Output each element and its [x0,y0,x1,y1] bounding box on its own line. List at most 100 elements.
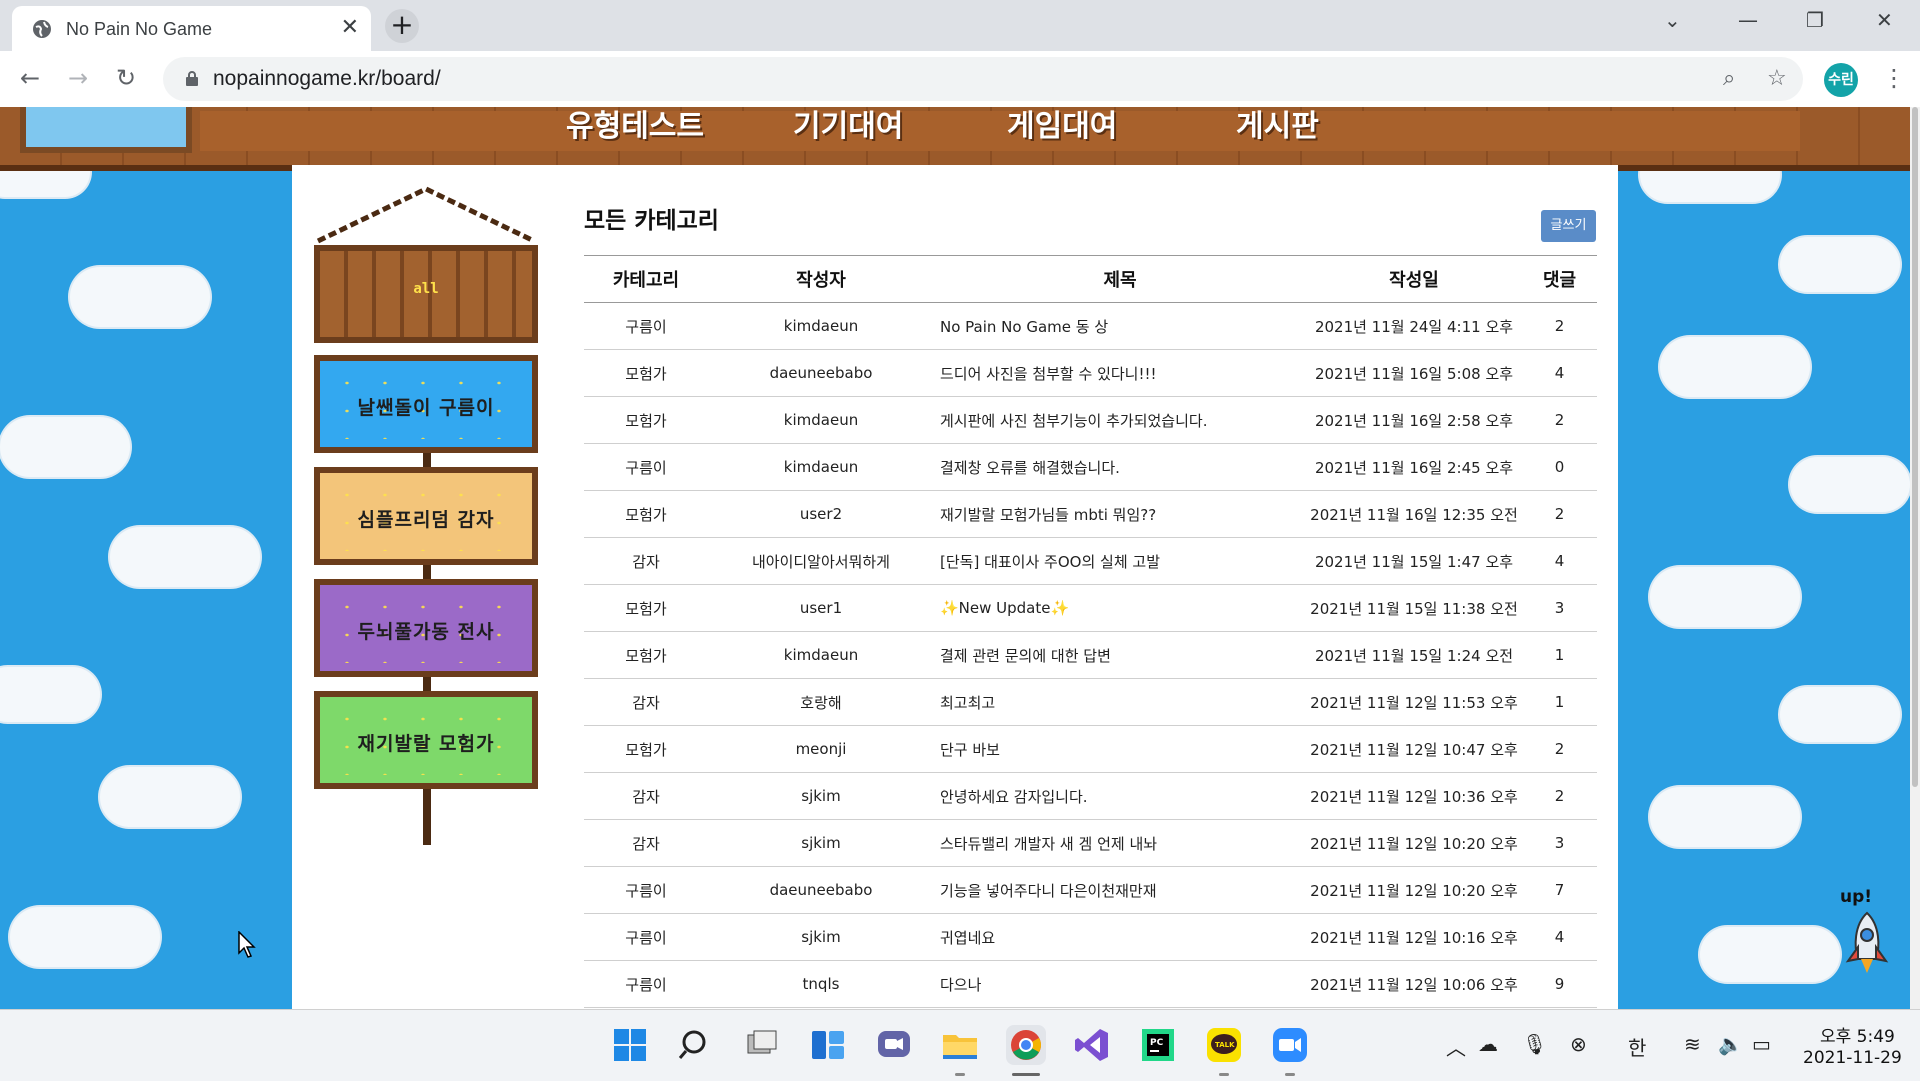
close-circle-icon[interactable]: ⊗ [1570,1032,1587,1056]
post-category-cell: 모험가 [584,584,708,632]
browser-menu-icon[interactable]: ⋮ [1882,64,1906,92]
category-sign-warrior[interactable]: 두뇌풀가동 전사 [314,579,538,677]
zoom-icon[interactable]: ⌕ [1723,66,1735,91]
table-row[interactable]: 모험가 daeuneebabo 드디어 사진을 첨부할 수 있다니!!! 2021년 … [584,349,1597,397]
post-title-link[interactable]: 스타듀밸리 개발자 새 겜 언제 내놔 [934,819,1306,867]
wifi-icon[interactable]: ≋ [1684,1032,1701,1056]
post-title-link[interactable]: 결제 관련 문의에 대한 답변 [934,631,1306,679]
table-row[interactable]: 모험가 meonji 단구 바보 2021년 11월 12일 10:47 오후 2 [584,725,1597,773]
post-title-link[interactable]: 단구 바보 [934,725,1306,773]
pycharm-icon[interactable]: PC [1138,1025,1178,1065]
post-title-link[interactable]: 다으나 [934,960,1306,1008]
onedrive-error-icon[interactable]: ☁ [1478,1032,1498,1056]
table-row[interactable]: 구름이 tnqls 다으나 2021년 11월 12일 10:06 오후 9 [584,960,1597,1008]
category-all-sign[interactable]: all [314,245,538,343]
post-category-cell: 모험가 [584,396,708,444]
bookmark-star-icon[interactable]: ☆ [1767,66,1787,91]
post-date-cell: 2021년 11월 12일 10:20 오후 [1306,819,1522,867]
chevron-up-icon[interactable]: ︿ [1446,1032,1466,1061]
table-row[interactable]: 모험가 user2 재기발랄 모험가님들 mbti 뭐임?? 2021년 11월 16… [584,490,1597,538]
post-title-link[interactable]: 안녕하세요 감자입니다. [934,772,1306,820]
table-row[interactable]: 감자 호랑해 최고최고 2021년 11월 12일 11:53 오후 1 [584,678,1597,726]
post-author-cell: kimdaeun [708,302,934,350]
task-view-icon[interactable] [742,1025,782,1065]
post-date-cell: 2021년 11월 12일 10:36 오후 [1306,772,1522,820]
reload-icon[interactable]: ↻ [116,64,136,92]
table-row[interactable]: 모험가 user1 ✨New Update✨ 2021년 11월 15일 11:38 … [584,584,1597,632]
post-author-cell: sjkim [708,913,934,961]
windows-start-icon[interactable] [610,1025,650,1065]
table-row[interactable]: 구름이 kimdaeun 결제창 오류를 해결했습니다. 2021년 11월 16일 … [584,443,1597,491]
back-icon[interactable]: ← [20,64,40,92]
kakaotalk-icon[interactable]: TALK [1204,1025,1244,1065]
post-title-link[interactable]: [단독] 대표이사 주OO의 실체 고발 [934,537,1306,585]
visual-studio-icon[interactable] [1072,1025,1112,1065]
post-title-link[interactable]: 귀엽네요 [934,913,1306,961]
profile-avatar[interactable]: 수린 [1824,63,1858,97]
table-row[interactable]: 구름이 sjkim 귀엽네요 2021년 11월 12일 10:16 오후 4 [584,913,1597,961]
category-sign-label: 두뇌풀가동 전사 [357,621,495,643]
post-date-cell: 2021년 11월 16일 12:35 오전 [1306,490,1522,538]
post-title-link[interactable]: No Pain No Game 동 상 [934,302,1306,350]
page-title: 모든 카테고리 [584,208,719,234]
post-title-link[interactable]: 최고최고 [934,678,1306,726]
tab-search-icon[interactable]: ⌄ [1664,8,1681,32]
cloud-decoration [1780,237,1900,292]
post-title-link[interactable]: 재기발랄 모험가님들 mbti 뭐임?? [934,490,1306,538]
table-row[interactable]: 모험가 kimdaeun 게시판에 사진 첨부기능이 추가되었습니다. 2021년 1… [584,396,1597,444]
nav-board[interactable]: 게시판 [1236,107,1319,145]
category-all-label: all [413,281,439,297]
table-row[interactable]: 감자 sjkim 스타듀밸리 개발자 새 겜 언제 내놔 2021년 11월 12일 … [584,819,1597,867]
post-date-cell: 2021년 11월 12일 10:06 오후 [1306,960,1522,1008]
table-row[interactable]: 감자 sjkim 안녕하세요 감자입니다. 2021년 11월 12일 10:36 오… [584,772,1597,820]
table-row[interactable]: 모험가 kimdaeun 결제 관련 문의에 대한 답변 2021년 11월 15일 … [584,631,1597,679]
teams-chat-icon[interactable] [874,1025,914,1065]
nav-type-test[interactable]: 유형테스트 [566,107,704,145]
clock-time[interactable]: 오후 5:49 [1820,1022,1895,1047]
post-title-link[interactable]: 드디어 사진을 첨부할 수 있다니!!! [934,349,1306,397]
minimize-icon[interactable]: — [1738,8,1758,32]
battery-icon[interactable]: ▭ [1752,1032,1771,1056]
write-post-button[interactable]: 글쓰기 [1541,210,1596,242]
search-icon[interactable] [676,1025,716,1065]
post-title-link[interactable]: 결제창 오류를 해결했습니다. [934,443,1306,491]
clock-date[interactable]: 2021-11-29 [1803,1048,1902,1068]
post-title-link[interactable]: 기능을 넣어주다니 다은이천재만재 [934,866,1306,914]
scrollbar-thumb[interactable] [1912,107,1918,787]
restore-icon[interactable]: ❐ [1806,8,1824,32]
table-row[interactable]: 구름이 kimdaeun No Pain No Game 동 상 2021년 11월 … [584,302,1597,350]
post-date-cell: 2021년 11월 16일 2:58 오후 [1306,396,1522,444]
post-title-link[interactable]: 게시판에 사진 첨부기능이 추가되었습니다. [934,396,1306,444]
post-category-cell: 구름이 [584,866,708,914]
table-row[interactable]: 구름이 daeuneebabo 기능을 넣어주다니 다은이천재만재 2021년 11월… [584,866,1597,914]
post-title-link[interactable]: ✨New Update✨ [934,584,1306,632]
nav-device-rental[interactable]: 기기대여 [793,107,903,145]
address-bar[interactable]: nopainnogame.kr/board/ ⌕ ☆ [163,57,1803,101]
close-window-icon[interactable]: ✕ [1876,8,1893,32]
site-logo[interactable] [20,107,192,153]
new-tab-button[interactable]: + [385,9,419,43]
category-sign-potato[interactable]: 심플프리덤 감자 [314,467,538,565]
site-header: 유형테스트 기기대여 게임대여 게시판 [0,107,1910,171]
category-sign-adventurer[interactable]: 재기발랄 모험가 [314,691,538,789]
browser-tab[interactable]: No Pain No Game ✕ [12,6,371,51]
scroll-to-top-button[interactable]: up! [1838,887,1894,977]
post-category-cell: 모험가 [584,725,708,773]
chrome-icon[interactable] [1006,1025,1046,1065]
post-author-cell: daeuneebabo [708,866,934,914]
volume-icon[interactable]: 🔈 [1718,1032,1743,1056]
microphone-icon[interactable]: 🎙 [1522,1032,1547,1056]
close-tab-icon[interactable]: ✕ [341,16,359,40]
column-header-date: 작성일 [1306,255,1522,303]
forward-icon[interactable]: → [68,64,88,92]
cloud-decoration [1700,927,1840,982]
category-sign-cloud[interactable]: 날쌘돌이 구름이 [314,355,538,453]
nav-game-rental[interactable]: 게임대여 [1007,107,1117,145]
widgets-icon[interactable] [808,1025,848,1065]
file-explorer-icon[interactable] [940,1025,980,1065]
post-author-cell: sjkim [708,772,934,820]
post-comment-count: 4 [1522,537,1597,585]
zoom-app-icon[interactable] [1270,1025,1310,1065]
table-row[interactable]: 감자 내아이디알아서뭐하게 [단독] 대표이사 주OO의 실체 고발 2021년 11… [584,537,1597,585]
ime-indicator[interactable]: 한 [1628,1032,1646,1061]
